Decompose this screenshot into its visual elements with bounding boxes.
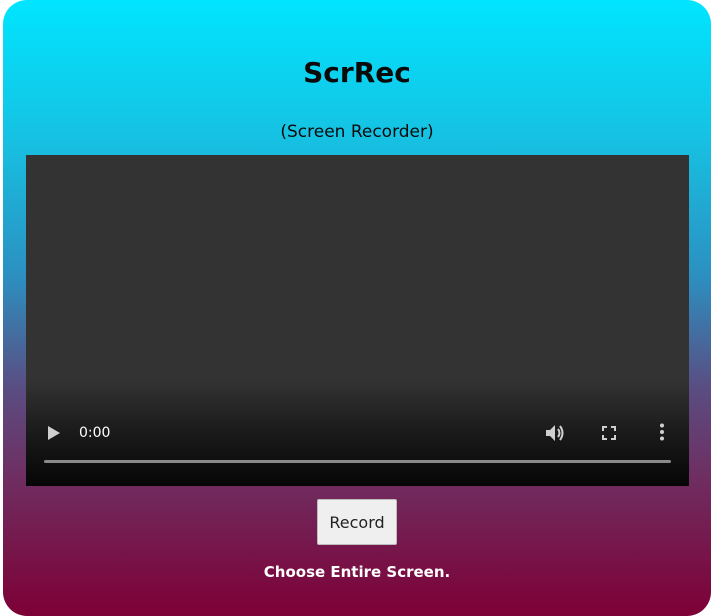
app-subtitle: (Screen Recorder) bbox=[280, 122, 434, 142]
fullscreen-icon[interactable] bbox=[602, 426, 616, 440]
record-button[interactable]: Record bbox=[317, 499, 397, 545]
hint-text: Choose Entire Screen. bbox=[263, 563, 451, 581]
volume-icon[interactable] bbox=[545, 424, 565, 442]
progress-bar[interactable] bbox=[44, 460, 671, 463]
app-card: ScrRec (Screen Recorder) 0:00 Record Cho… bbox=[3, 0, 711, 616]
current-time: 0:00 bbox=[79, 425, 111, 441]
video-player[interactable]: 0:00 bbox=[26, 155, 689, 486]
more-vertical-icon[interactable] bbox=[659, 423, 665, 441]
app-title: ScrRec bbox=[303, 56, 411, 89]
play-icon[interactable] bbox=[47, 425, 61, 441]
